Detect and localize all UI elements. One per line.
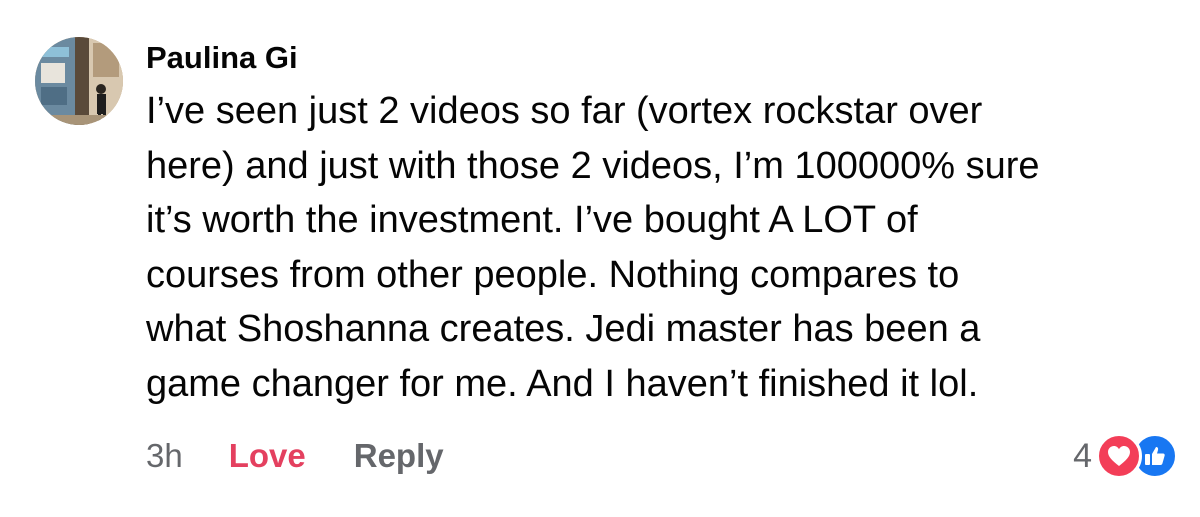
- comment-body-line: courses from other people. Nothing compa…: [146, 253, 960, 296]
- avatar[interactable]: [35, 37, 123, 125]
- comment-body-line: it’s worth the investment. I’ve bought A…: [146, 199, 918, 241]
- comment-timestamp[interactable]: 3h: [146, 437, 183, 475]
- reaction-summary[interactable]: 4: [1073, 432, 1178, 480]
- reply-button[interactable]: Reply: [354, 437, 444, 475]
- comment-body: I’ve seen just 2 videos so far (vortex r…: [146, 84, 1186, 411]
- comment-actions: 3h Love Reply: [146, 432, 444, 480]
- reaction-count: 4: [1073, 436, 1092, 475]
- comment-body-line: game changer for me. And I haven’t finis…: [146, 362, 979, 405]
- comment: Paulina Gi I’ve seen just 2 videos so fa…: [0, 0, 1200, 517]
- comment-body-line: what Shoshanna creates. Jedi master has …: [146, 308, 981, 350]
- comment-author[interactable]: Paulina Gi: [146, 38, 298, 78]
- avatar-photo: [35, 37, 123, 125]
- heart-icon: [1096, 433, 1142, 479]
- love-reaction-button[interactable]: Love: [229, 437, 306, 475]
- comment-body-line: I’ve seen just 2 videos so far (vortex r…: [146, 90, 983, 132]
- comment-body-line: here) and just with those 2 videos, I’m …: [146, 144, 1040, 187]
